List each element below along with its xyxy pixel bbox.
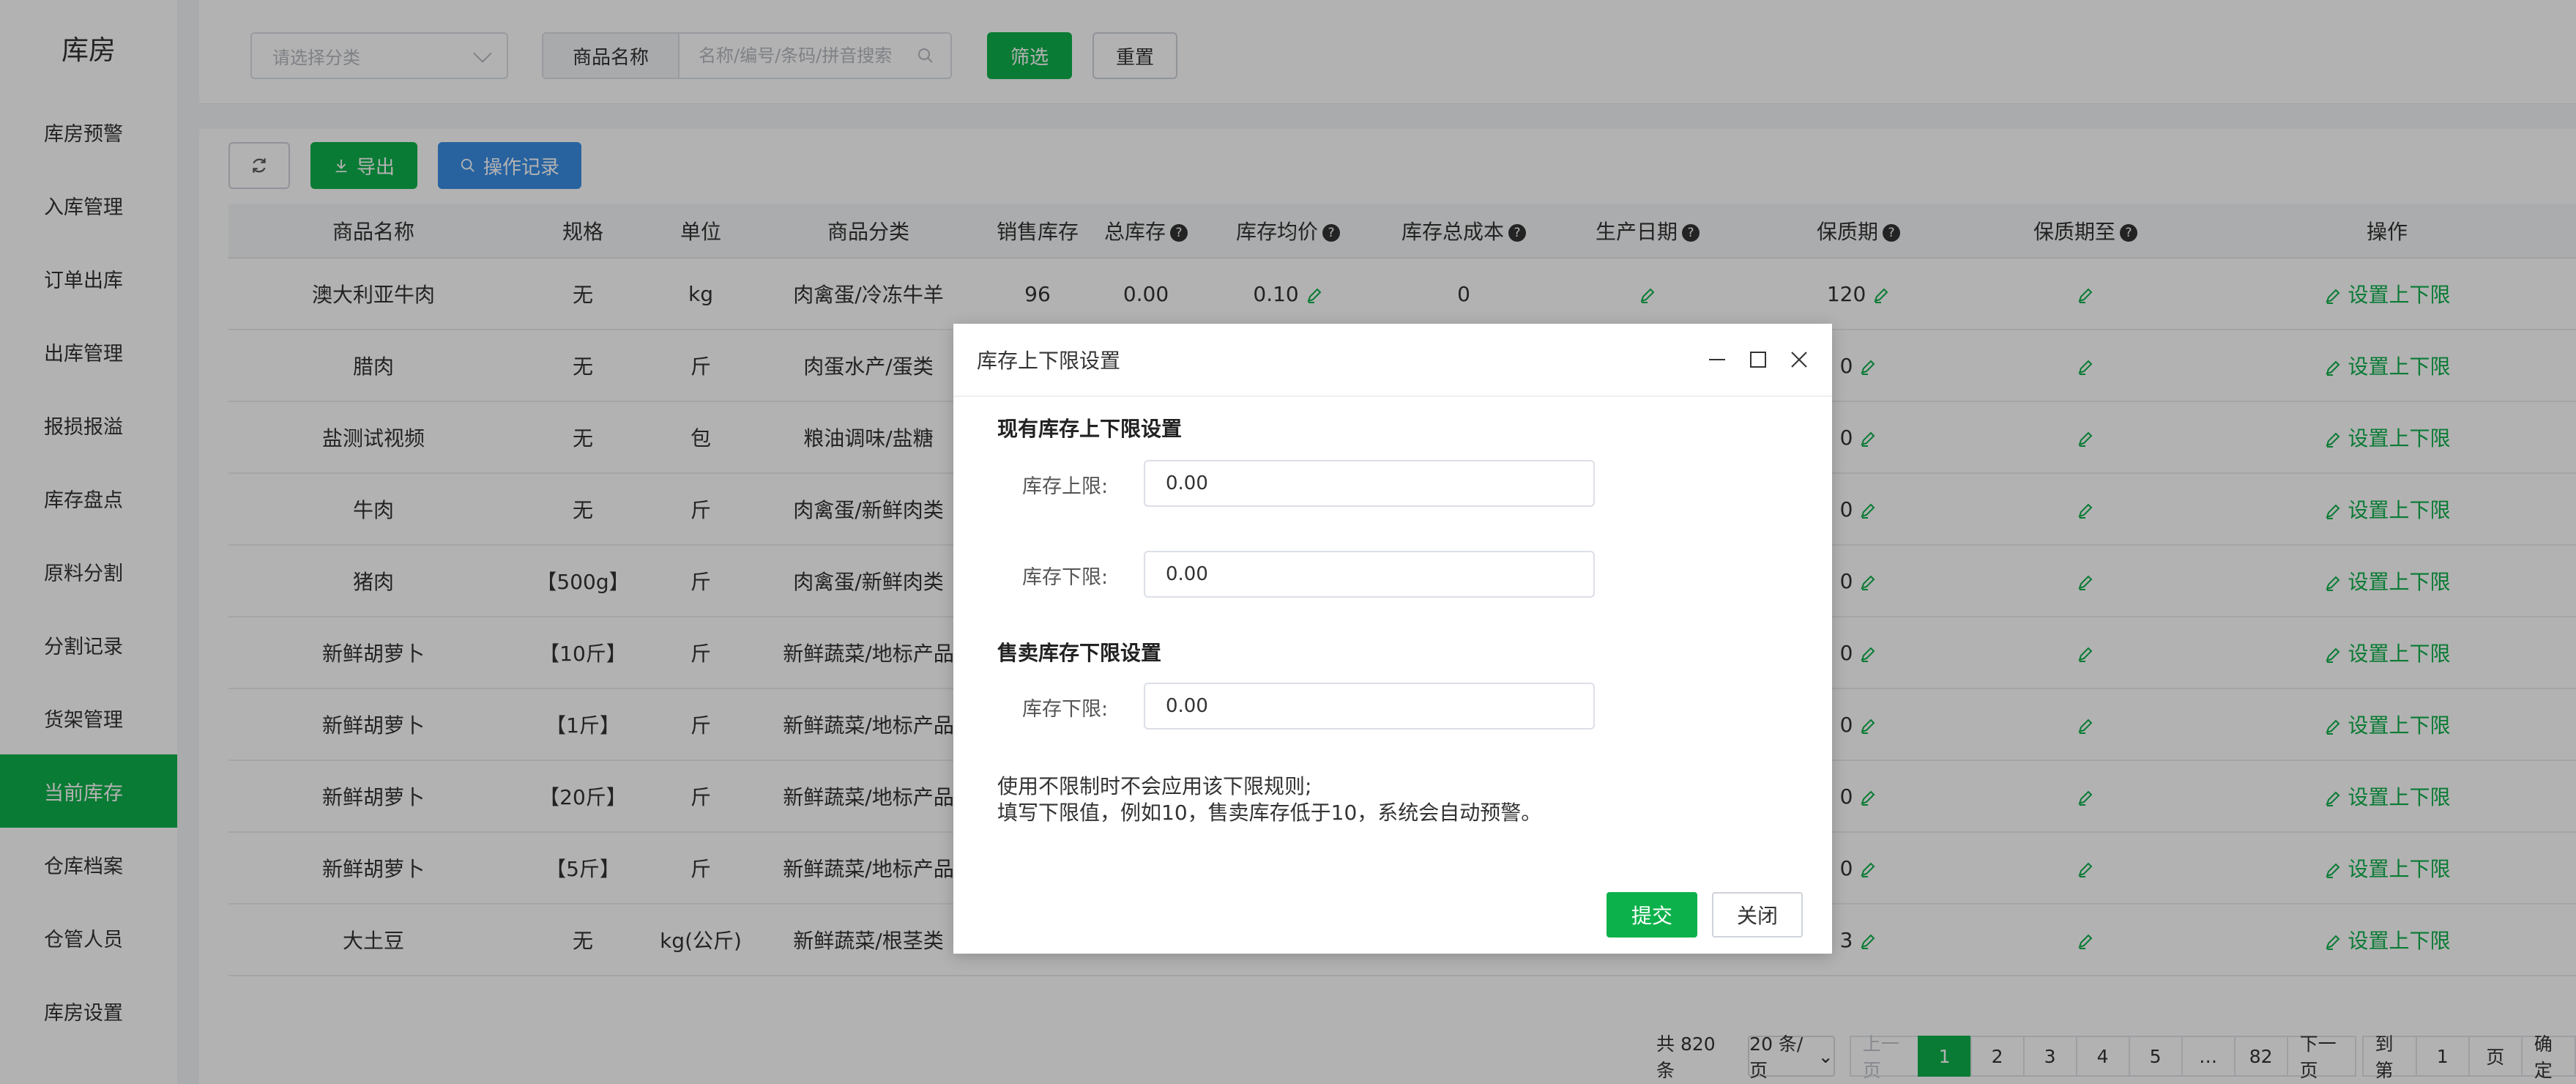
upper-limit-label: 库存上限: xyxy=(1022,475,1109,498)
section-sale-stock: 售卖库存下限设置 xyxy=(997,641,1162,665)
lower-limit-label: 库存下限: xyxy=(1022,566,1109,589)
lower-limit-input[interactable] xyxy=(1144,551,1595,598)
sale-lower-limit-label: 库存下限: xyxy=(1022,698,1109,721)
dialog-title: 库存上下限设置 xyxy=(977,349,1121,373)
maximize-icon[interactable] xyxy=(1747,349,1769,371)
minimize-icon[interactable] xyxy=(1706,349,1728,371)
stock-limit-dialog: 库存上下限设置 现有库存上下限设置 库存上限: 库存下限: 售卖库存下限设置 库… xyxy=(953,324,1832,954)
sale-lower-limit-input[interactable] xyxy=(1144,683,1595,730)
submit-button[interactable]: 提交 xyxy=(1607,892,1697,938)
section-current-stock: 现有库存上下限设置 xyxy=(997,417,1183,441)
close-icon[interactable] xyxy=(1788,349,1810,371)
close-button[interactable]: 关闭 xyxy=(1712,892,1803,938)
note-line-1: 使用不限制时不会应用该下限规则; xyxy=(997,774,1312,798)
upper-limit-input[interactable] xyxy=(1144,460,1595,507)
note-line-2: 填写下限值，例如10，售卖库存低于10，系统会自动预警。 xyxy=(997,801,1542,825)
dialog-header: 库存上下限设置 xyxy=(953,324,1832,397)
